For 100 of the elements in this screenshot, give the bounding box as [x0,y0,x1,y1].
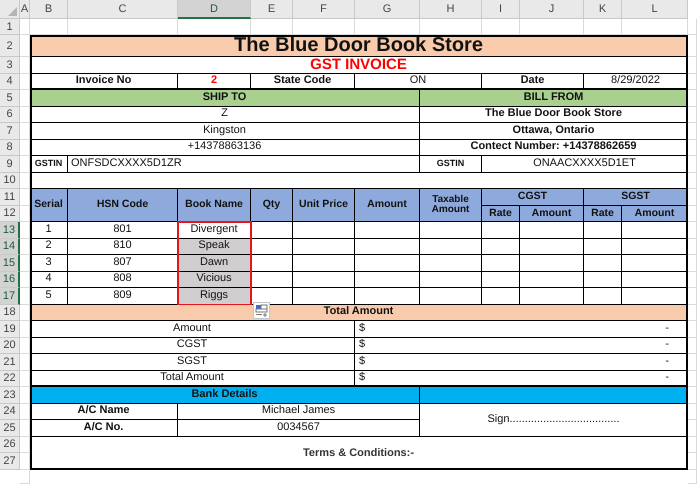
empty-cell[interactable] [688,470,697,484]
empty-cell[interactable] [482,19,520,35]
empty-cell[interactable] [622,19,688,35]
empty-cell[interactable] [688,206,697,222]
row-header[interactable]: 16 [0,272,20,288]
empty-cell[interactable] [688,238,697,255]
row-header[interactable]: 12 [0,206,20,222]
empty-cell[interactable] [178,19,251,35]
empty-cell[interactable] [688,304,697,321]
row-header[interactable]: 6 [0,106,20,123]
table-cell[interactable]: Vicious [178,272,251,288]
empty-cell[interactable] [20,140,30,156]
empty-cell[interactable] [20,123,30,140]
row-header[interactable]: 7 [0,123,20,140]
column-header[interactable]: B [30,0,68,19]
row-header[interactable]: 18 [0,304,20,321]
column-header[interactable]: A [20,0,30,19]
row-header[interactable]: 15 [0,255,20,272]
empty-cell[interactable] [20,172,30,189]
row-header[interactable]: 8 [0,140,20,156]
empty-cell[interactable] [688,140,697,156]
empty-cell[interactable] [688,338,697,354]
column-header[interactable]: E [251,0,293,19]
empty-cell[interactable] [20,57,30,74]
empty-cell[interactable] [688,222,697,238]
table-cell[interactable]: Divergent [178,222,251,238]
empty-cell[interactable] [20,436,30,453]
empty-cell[interactable] [20,470,30,484]
empty-cell[interactable] [688,272,697,288]
empty-cell[interactable] [251,19,293,35]
empty-cell[interactable] [20,453,30,470]
column-header[interactable]: I [482,0,520,19]
row-header[interactable]: 13 [0,222,20,238]
empty-cell[interactable] [20,272,30,288]
empty-cell[interactable] [20,321,30,338]
empty-cell[interactable] [688,288,697,304]
empty-cell[interactable] [20,404,30,420]
column-header[interactable]: D [178,0,251,19]
empty-cell[interactable] [20,288,30,304]
column-header[interactable]: L [622,0,688,19]
empty-cell[interactable] [688,453,697,470]
empty-cell[interactable] [20,304,30,321]
row-header[interactable]: 5 [0,90,20,106]
row-header[interactable]: 2 [0,35,20,57]
empty-cell[interactable] [688,370,697,387]
empty-cell[interactable] [20,74,30,90]
empty-cell[interactable] [355,19,420,35]
column-header[interactable]: C [68,0,178,19]
row-header[interactable]: 10 [0,172,20,189]
empty-cell[interactable] [20,387,30,404]
row-header[interactable]: 23 [0,387,20,404]
empty-cell[interactable] [688,420,697,436]
column-header[interactable]: H [420,0,482,19]
empty-cell[interactable] [688,90,697,106]
column-header[interactable]: J [520,0,584,19]
empty-cell[interactable] [20,189,30,206]
empty-cell[interactable] [20,206,30,222]
row-header[interactable]: 27 [0,453,20,470]
row-header[interactable]: 22 [0,370,20,387]
row-header[interactable]: 14 [0,238,20,255]
empty-cell[interactable] [520,19,584,35]
quick-analysis-icon[interactable] [253,302,270,318]
row-header[interactable]: 1 [0,19,20,35]
empty-cell[interactable] [688,172,697,189]
table-cell[interactable]: Riggs [178,288,251,304]
column-header[interactable]: K [584,0,622,19]
empty-cell[interactable] [688,106,697,123]
empty-cell[interactable] [20,420,30,436]
row-header[interactable]: 24 [0,404,20,420]
empty-cell[interactable] [584,19,622,35]
empty-cell[interactable] [688,404,697,420]
empty-cell[interactable] [688,156,697,172]
empty-cell[interactable] [20,354,30,370]
empty-cell[interactable] [30,19,68,35]
row-header[interactable]: 3 [0,57,20,74]
empty-cell[interactable] [293,19,355,35]
row-header[interactable]: 9 [0,156,20,172]
empty-cell[interactable] [688,436,697,453]
row-header[interactable]: 21 [0,354,20,370]
empty-cell[interactable] [20,255,30,272]
select-all-button[interactable] [0,0,20,19]
empty-cell[interactable] [20,222,30,238]
empty-cell[interactable] [68,19,178,35]
row-header[interactable]: 11 [0,189,20,206]
empty-cell[interactable] [688,321,697,338]
empty-cell[interactable] [20,338,30,354]
column-header[interactable]: G [355,0,420,19]
column-header[interactable]: F [293,0,355,19]
empty-cell[interactable] [688,354,697,370]
empty-cell[interactable] [688,35,697,57]
table-cell[interactable]: Speak [178,238,251,255]
empty-cell[interactable] [688,57,697,74]
row-header[interactable]: 17 [0,288,20,304]
empty-cell[interactable] [20,370,30,387]
empty-cell[interactable] [688,19,697,35]
empty-cell[interactable] [20,35,30,57]
empty-cell[interactable] [20,156,30,172]
empty-cell[interactable] [20,106,30,123]
row-header[interactable]: 20 [0,338,20,354]
row-header[interactable]: 25 [0,420,20,436]
